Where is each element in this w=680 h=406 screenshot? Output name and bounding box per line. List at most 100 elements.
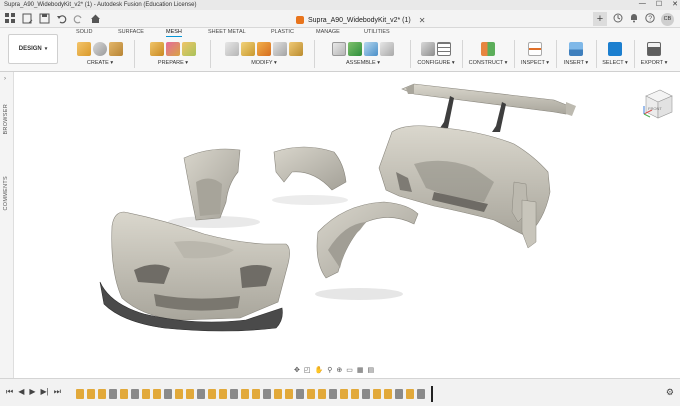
undo-icon[interactable] (55, 12, 67, 24)
timeline-feature[interactable] (373, 389, 381, 399)
tab-sheet-metal[interactable]: SHEET METAL (208, 29, 246, 35)
timeline-feature[interactable] (318, 389, 326, 399)
pan-icon[interactable]: ✋ (315, 366, 324, 374)
tab-solid[interactable]: SOLID (76, 29, 93, 35)
orbit-icon[interactable]: ✥ (294, 366, 300, 374)
timeline-feature[interactable] (351, 389, 359, 399)
offset-plane-icon[interactable] (481, 42, 495, 56)
new-tab-button[interactable]: + (593, 12, 607, 26)
timeline-feature[interactable] (241, 389, 249, 399)
rear-bumper[interactable] (378, 125, 551, 249)
document-tab[interactable]: Supra_A90_WidebodyKit_v2* (1) ✕ (296, 13, 425, 27)
select-menu[interactable]: SELECT ▾ (598, 60, 632, 66)
tessellate-icon[interactable] (109, 42, 123, 56)
timeline-feature[interactable] (296, 389, 304, 399)
step-back-icon[interactable]: ◀ (18, 387, 24, 397)
front-right-fender[interactable] (273, 146, 347, 191)
timeline-feature[interactable] (417, 389, 425, 399)
timeline-feature[interactable] (87, 389, 95, 399)
assemble-menu[interactable]: ASSEMBLE ▾ (320, 60, 406, 66)
construct-menu[interactable]: CONSTRUCT ▾ (466, 60, 510, 66)
smooth-icon[interactable] (241, 42, 255, 56)
gear-icon[interactable]: ⚙ (666, 387, 674, 398)
mesh-create-icon[interactable] (77, 42, 91, 56)
insert-mesh-icon[interactable] (93, 42, 107, 56)
tab-manage[interactable]: MANAGE (316, 29, 340, 35)
configure-table-icon[interactable] (421, 42, 435, 56)
as-built-joint-icon[interactable] (364, 42, 378, 56)
tab-mesh[interactable]: MESH (166, 29, 182, 37)
close-window-button[interactable]: ✕ (672, 0, 678, 10)
timeline-feature[interactable] (109, 389, 117, 399)
close-tab-icon[interactable]: ✕ (419, 16, 426, 25)
measure-icon[interactable] (528, 42, 542, 56)
timeline-feature[interactable] (406, 389, 414, 399)
timeline-feature[interactable] (340, 389, 348, 399)
insert-menu[interactable]: INSERT ▾ (558, 60, 594, 66)
timeline-feature[interactable] (197, 389, 205, 399)
rear-wing[interactable] (401, 83, 576, 132)
shell-icon[interactable] (289, 42, 303, 56)
viewcube[interactable]: FRONT (638, 84, 676, 122)
viewports-icon[interactable]: ▤ (367, 366, 374, 374)
comments-toggle[interactable]: COMMENTS (3, 176, 9, 210)
tab-plastic[interactable]: PLASTIC (271, 29, 294, 35)
timeline-feature[interactable] (252, 389, 260, 399)
home-icon[interactable] (89, 12, 101, 24)
rear-left-fender[interactable] (316, 201, 419, 279)
go-to-start-icon[interactable]: ⏮ (6, 387, 13, 397)
file-menu-icon[interactable] (21, 12, 33, 24)
fit-icon[interactable]: ⊕ (336, 366, 342, 374)
new-component-icon[interactable] (332, 42, 346, 56)
redo-icon[interactable] (72, 12, 84, 24)
timeline-feature[interactable] (175, 389, 183, 399)
step-forward-icon[interactable]: ▶| (41, 387, 49, 397)
front-bumper[interactable] (99, 211, 290, 332)
export-menu[interactable]: EXPORT ▾ (636, 60, 672, 66)
workspace-switcher[interactable]: DESIGN ▾ (8, 34, 58, 64)
parameters-table-icon[interactable] (437, 42, 451, 56)
go-to-end-icon[interactable]: ⏭ (54, 387, 61, 397)
create-menu[interactable]: CREATE ▾ (70, 60, 130, 66)
timeline-feature[interactable] (186, 389, 194, 399)
app-grid-icon[interactable] (4, 12, 16, 24)
zoom-icon[interactable]: ⚲ (327, 366, 332, 374)
tab-utilities[interactable]: UTILITIES (364, 29, 390, 35)
timeline-feature[interactable] (285, 389, 293, 399)
minimize-button[interactable]: — (639, 0, 646, 10)
maximize-button[interactable]: ☐ (656, 0, 662, 10)
timeline-marker[interactable] (431, 386, 433, 402)
combine-icon[interactable] (273, 42, 287, 56)
reverse-normal-icon[interactable] (257, 42, 271, 56)
inspect-menu[interactable]: INSPECT ▾ (516, 60, 554, 66)
browser-toggle[interactable]: BROWSER (3, 104, 9, 135)
configure-menu[interactable]: CONFIGURE ▾ (414, 60, 458, 66)
user-avatar[interactable]: CB (661, 12, 674, 26)
help-icon[interactable]: ? (645, 13, 655, 25)
timeline-feature[interactable] (395, 389, 403, 399)
timeline-feature[interactable] (307, 389, 315, 399)
export-icon[interactable] (647, 42, 661, 56)
tab-surface[interactable]: SURFACE (118, 29, 144, 35)
timeline-feature[interactable] (329, 389, 337, 399)
plane-cut-icon[interactable] (225, 42, 239, 56)
repair-icon[interactable] (166, 42, 180, 56)
joint-icon[interactable] (348, 42, 362, 56)
generate-face-groups-icon[interactable] (150, 42, 164, 56)
notifications-icon[interactable] (629, 13, 639, 25)
timeline-feature[interactable] (142, 389, 150, 399)
timeline-feature[interactable] (230, 389, 238, 399)
timeline-feature[interactable] (164, 389, 172, 399)
prepare-menu[interactable]: PREPARE ▾ (140, 60, 206, 66)
timeline-feature[interactable] (98, 389, 106, 399)
timeline-feature[interactable] (274, 389, 282, 399)
timeline-feature[interactable] (120, 389, 128, 399)
play-icon[interactable]: ▶ (29, 387, 35, 397)
timeline-feature[interactable] (263, 389, 271, 399)
grid-settings-icon[interactable]: ▦ (357, 366, 364, 374)
rigid-group-icon[interactable] (380, 42, 394, 56)
timeline-feature[interactable] (153, 389, 161, 399)
insert-image-icon[interactable] (569, 42, 583, 56)
look-at-icon[interactable]: ◰ (304, 366, 311, 374)
save-icon[interactable] (38, 12, 50, 24)
